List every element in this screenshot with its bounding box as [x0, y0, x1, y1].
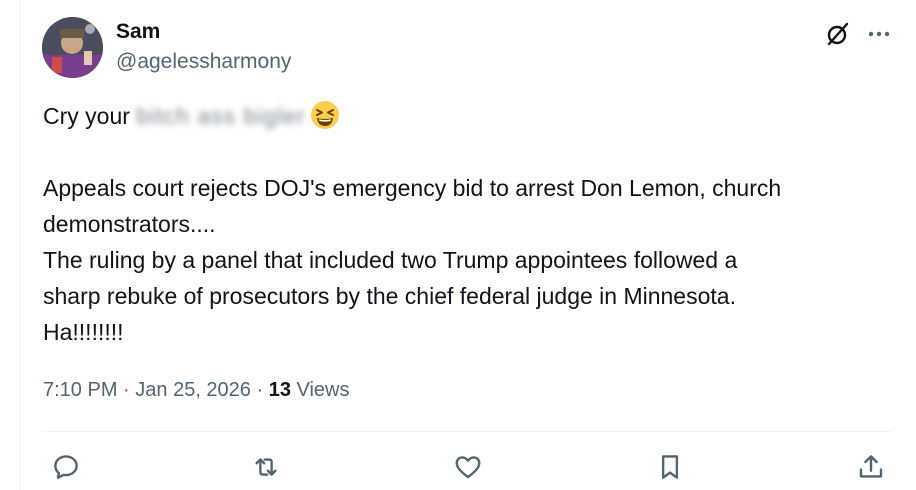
share-button[interactable]: [856, 452, 886, 482]
repost-icon: [255, 458, 277, 476]
post-text-prefix: Cry your: [43, 103, 137, 129]
share-icon: [859, 455, 883, 478]
repost-button[interactable]: [251, 452, 281, 482]
timeline-border: [19, 0, 20, 490]
views-count: 13: [268, 379, 291, 401]
tweet-card: Sam @agelessharmony Cry your bitch ass b…: [0, 0, 916, 490]
divider: [42, 431, 892, 432]
post-metadata: 7:10 PM · Jan 25, 2026 · 13 Views: [43, 377, 350, 403]
blurred-text: bitch ass bigler: [136, 103, 306, 129]
post-time[interactable]: 7:10 PM: [43, 379, 117, 401]
views-label: Views: [290, 379, 350, 401]
meta-separator: ·: [117, 379, 136, 401]
post-line: sharp rebuke of prosecutors by the chief…: [43, 283, 736, 309]
post-line: The ruling by a panel that included two …: [43, 247, 738, 273]
grinning-squinting-face-emoji-icon: [310, 100, 340, 130]
reply-button[interactable]: [51, 452, 81, 482]
grok-icon[interactable]: [825, 21, 851, 47]
bookmark-icon: [661, 455, 679, 479]
paragraph-break: [43, 134, 893, 170]
author-name[interactable]: Sam: [116, 20, 160, 44]
avatar[interactable]: [42, 17, 103, 78]
post-text: Cry your bitch ass bigler Appeals court …: [43, 98, 893, 350]
author-handle[interactable]: @agelessharmony: [116, 50, 291, 74]
post-line: Cry your bitch ass bigler: [43, 98, 893, 134]
like-button[interactable]: [453, 452, 483, 482]
more-icon[interactable]: [866, 21, 892, 47]
like-icon: [455, 456, 481, 479]
reply-icon: [54, 455, 78, 479]
post-line: Ha!!!!!!!!: [43, 319, 124, 345]
bookmark-button[interactable]: [655, 452, 685, 482]
post-date[interactable]: Jan 25, 2026: [135, 379, 251, 401]
post-line: demonstrators....: [43, 211, 216, 237]
post-line: Appeals court rejects DOJ's emergency bi…: [43, 175, 782, 201]
meta-separator: ·: [250, 379, 269, 401]
